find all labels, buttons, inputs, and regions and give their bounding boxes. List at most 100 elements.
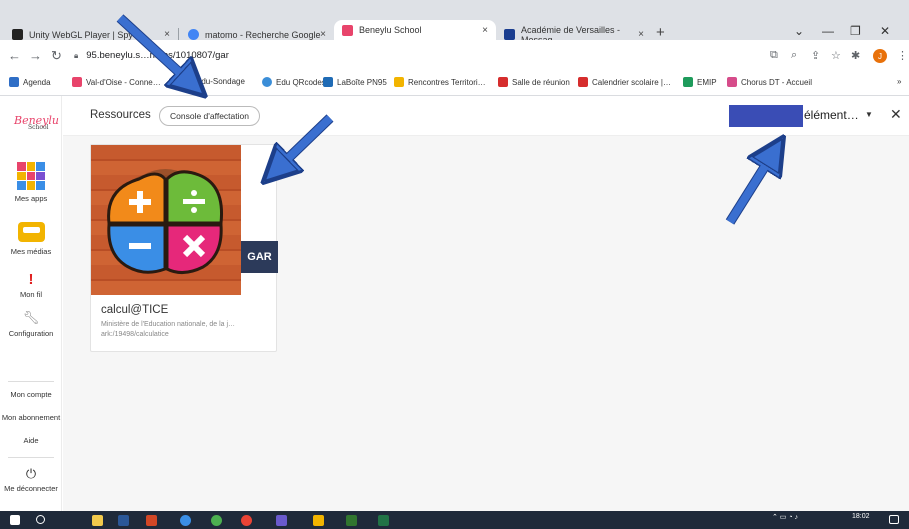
- bookmark-item[interactable]: LaBoîte PN95: [323, 77, 387, 87]
- chorus-icon: [727, 77, 737, 87]
- power-icon: ⏻: [25, 466, 37, 481]
- sidebar-link-abonnement[interactable]: Mon abonnement: [0, 413, 62, 422]
- browser-toolbar: ← → ↻ 🔒︎ 95.beneylu.s…na/ps/1010807/gar …: [0, 40, 909, 70]
- browser-tab-strip: Unity WebGL Player | Spy × matomo - Rech…: [0, 0, 909, 45]
- minimize-icon[interactable]: —: [822, 24, 834, 38]
- star-icon[interactable]: ☆: [831, 49, 841, 62]
- alert-icon: !: [28, 271, 34, 288]
- element-selector[interactable]: élément…: [804, 108, 859, 122]
- close-icon[interactable]: ×: [638, 29, 644, 40]
- bookmark-item[interactable]: Rencontres Territori…: [394, 77, 486, 87]
- powerpoint-icon[interactable]: [146, 515, 157, 526]
- sidebar-item-label: Mes apps: [14, 194, 48, 203]
- notification-icon[interactable]: [889, 515, 899, 524]
- beneylu-logo[interactable]: Beneylu School: [14, 115, 59, 131]
- salle-icon: [498, 77, 508, 87]
- bookmark-item[interactable]: Val-d'Oise - Conne…: [72, 77, 161, 87]
- system-tray-icons[interactable]: ⌃ ▭ ◔ ♪: [772, 513, 798, 521]
- install-icon[interactable]: ⧉: [770, 49, 778, 62]
- academie-icon: [504, 29, 515, 40]
- app-icon[interactable]: [276, 515, 287, 526]
- media-tray-icon: [17, 222, 45, 242]
- tab-label: Unity WebGL Player | Spy: [29, 29, 133, 40]
- bookmark-item[interactable]: Salle de réunion: [498, 77, 570, 87]
- search-icon[interactable]: [36, 515, 45, 524]
- sidebar: Beneylu School Mes apps Mes médias ! Mon…: [0, 96, 62, 511]
- screen: Unity WebGL Player | Spy × matomo - Rech…: [0, 0, 909, 529]
- menu-icon[interactable]: ⋮: [897, 49, 908, 62]
- sidebar-link-compte[interactable]: Mon compte: [0, 390, 62, 399]
- beneylu-icon: [72, 77, 82, 87]
- app-icon[interactable]: [211, 515, 222, 526]
- sidebar-divider: [8, 457, 54, 458]
- google-icon: [188, 29, 199, 40]
- project-icon[interactable]: [346, 515, 357, 526]
- apps-grid-icon: [17, 162, 45, 190]
- close-icon[interactable]: ✕: [890, 106, 902, 123]
- beneylu-icon: [342, 24, 353, 36]
- restore-icon[interactable]: ❐: [850, 24, 861, 38]
- resources-header: Ressources Console d'affectation élément…: [63, 96, 909, 136]
- sidebar-item-apps[interactable]: Mes apps: [0, 162, 62, 203]
- address-bar[interactable]: 🔒︎ 95.beneylu.s…na/ps/1010807/gar: [74, 45, 679, 66]
- caret-down-icon[interactable]: ▼: [865, 110, 873, 119]
- bookmark-item[interactable]: EMIP: [683, 77, 717, 87]
- excel-icon[interactable]: [378, 515, 389, 526]
- bookmark-item[interactable]: Chorus DT - Accueil: [727, 77, 812, 87]
- calculatice-thumbnail: [91, 145, 241, 295]
- main-panel: Ressources Console d'affectation élément…: [63, 96, 909, 511]
- resource-publisher: Ministère de l'Education nationale, de l…: [101, 321, 236, 328]
- sidebar-item-configuration[interactable]: 🔧︎ Configuration: [0, 310, 62, 338]
- sidebar-link-aide[interactable]: Aide: [0, 436, 62, 445]
- bookmark-item[interactable]: Agenda: [9, 77, 51, 87]
- calendrier-icon: [578, 77, 588, 87]
- calculator-brain-icon: [107, 169, 224, 274]
- window-close-icon[interactable]: ✕: [880, 24, 890, 38]
- file-explorer-icon[interactable]: [92, 515, 103, 526]
- bookmark-item[interactable]: Edu QRcodes: [262, 77, 326, 87]
- close-icon[interactable]: ×: [482, 25, 488, 36]
- resource-card[interactable]: GAR calcul@TICE Ministère de l'Education…: [90, 144, 278, 352]
- tab-label: Beneylu School: [359, 25, 422, 35]
- app-icon[interactable]: [313, 515, 324, 526]
- bookmark-item[interactable]: Calendrier scolaire |…: [578, 77, 671, 87]
- unity-icon: [12, 29, 23, 40]
- zoom-icon[interactable]: ⌕: [791, 49, 797, 62]
- laboite-icon: [323, 77, 333, 87]
- console-affectation-button[interactable]: Console d'affectation: [159, 106, 260, 126]
- word-icon[interactable]: [118, 515, 129, 526]
- lock-icon: 🔒︎: [74, 50, 79, 60]
- tab-beneylu[interactable]: Beneylu School ×: [334, 20, 496, 40]
- logout-button[interactable]: ⏻ Me déconnecter: [0, 466, 62, 493]
- beneylu-app: Beneylu School Mes apps Mes médias ! Mon…: [0, 96, 909, 511]
- tab-label: matomo - Recherche Google: [205, 29, 321, 40]
- wrench-icon: 🔧︎: [22, 310, 40, 325]
- forward-icon[interactable]: →: [29, 48, 42, 63]
- redacted-block: [729, 105, 803, 127]
- share-icon[interactable]: ⇪: [811, 49, 820, 62]
- tab-search-icon[interactable]: ⌄: [794, 24, 804, 38]
- logout-label: Me déconnecter: [4, 484, 58, 493]
- chrome-icon[interactable]: [241, 515, 252, 526]
- resource-identifier: ark:/19498/calculatice: [101, 331, 169, 338]
- sidebar-item-label: Configuration: [8, 329, 54, 338]
- page-title: Ressources: [90, 109, 151, 121]
- edge-icon[interactable]: [180, 515, 191, 526]
- calendar-icon: [9, 77, 19, 87]
- extensions-icon[interactable]: ✱: [851, 49, 860, 62]
- emip-icon: [683, 77, 693, 87]
- close-icon[interactable]: ×: [320, 29, 326, 40]
- more-bookmarks-icon[interactable]: »: [897, 77, 901, 86]
- new-tab-button[interactable]: +: [656, 24, 665, 41]
- close-icon[interactable]: ×: [164, 29, 170, 40]
- windows-start-icon[interactable]: [10, 515, 20, 525]
- bookmark-item[interactable]: Edu-Sondage: [196, 77, 245, 86]
- sidebar-item-fil[interactable]: ! Mon fil: [0, 272, 62, 299]
- back-icon[interactable]: ←: [8, 48, 21, 63]
- profile-avatar[interactable]: J: [873, 49, 887, 63]
- reload-icon[interactable]: ↻: [51, 48, 62, 64]
- sidebar-item-label: Mes médias: [10, 247, 52, 256]
- tab-separator: [178, 28, 179, 40]
- sidebar-divider: [8, 381, 54, 382]
- sidebar-item-medias[interactable]: Mes médias: [0, 222, 62, 256]
